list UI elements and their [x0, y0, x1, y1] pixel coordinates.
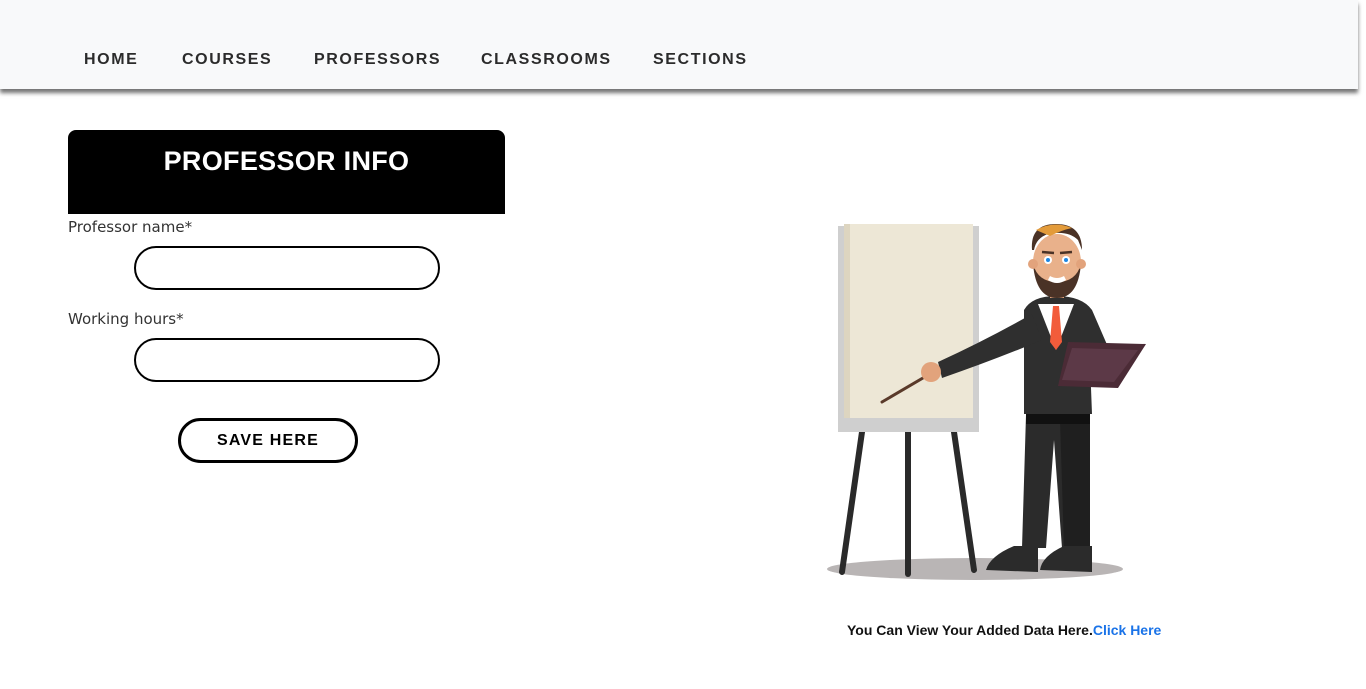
easel-icon [838, 224, 979, 577]
professor-name-input[interactable] [134, 246, 440, 290]
form-title: PROFESSOR INFO [163, 146, 410, 176]
save-button[interactable]: SAVE HERE [178, 418, 358, 463]
professor-presenting-illustration [827, 224, 1146, 580]
working-hours-input[interactable] [134, 338, 440, 382]
nav-home-link[interactable]: HOME [84, 51, 138, 69]
working-hours-label: Working hours* [68, 310, 184, 328]
view-data-note: You Can View Your Added Data Here.Click … [847, 622, 1161, 638]
top-navbar: HOME COURSES PROFESSORS CLASSROOMS SECTI… [0, 0, 1358, 89]
nav-classrooms-link[interactable]: CLASSROOMS [481, 51, 612, 69]
click-here-link[interactable]: Click Here [1093, 622, 1161, 638]
form-header: PROFESSOR INFO [68, 130, 505, 214]
professor-name-label: Professor name* [68, 218, 193, 236]
view-data-text: You Can View Your Added Data Here. [847, 622, 1093, 638]
nav-courses-link[interactable]: COURSES [182, 51, 272, 69]
nav-professors-link[interactable]: PROFESSORS [314, 51, 441, 69]
nav-sections-link[interactable]: SECTIONS [653, 51, 748, 69]
